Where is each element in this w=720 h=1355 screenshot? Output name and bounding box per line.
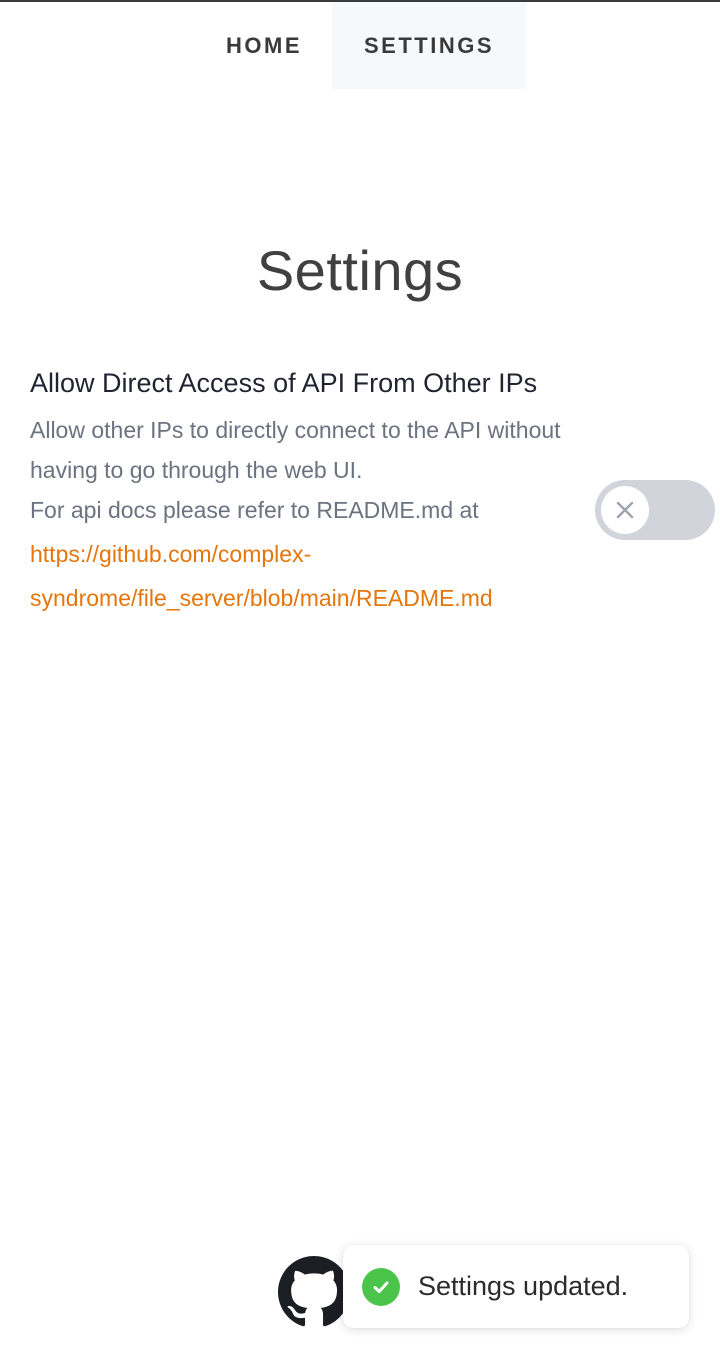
- direct-api-access-toggle[interactable]: [595, 480, 715, 540]
- close-icon: [616, 501, 634, 519]
- toast-message: Settings updated.: [418, 1271, 629, 1301]
- nav-home[interactable]: HOME: [196, 2, 332, 89]
- toast-notification: Settings updated.: [343, 1245, 689, 1328]
- setting-description-docs: For api docs please refer to README.md a…: [30, 497, 479, 523]
- setting-description-text: Allow other IPs to directly connect to t…: [30, 417, 561, 483]
- nav-settings[interactable]: SETTINGS: [332, 2, 526, 89]
- readme-link[interactable]: https://github.com/complex-syndrome/file…: [30, 532, 590, 620]
- github-icon[interactable]: [278, 1256, 350, 1328]
- setting-description: Allow other IPs to directly connect to t…: [30, 410, 590, 530]
- toggle-knob: [601, 486, 649, 534]
- setting-label: Allow Direct Access of API From Other IP…: [30, 368, 538, 398]
- top-nav: HOME SETTINGS: [0, 2, 720, 90]
- page-title: Settings: [256, 238, 464, 302]
- setting-direct-api-access: Allow Direct Access of API From Other IP…: [30, 360, 590, 620]
- check-circle-icon: [362, 1267, 400, 1306]
